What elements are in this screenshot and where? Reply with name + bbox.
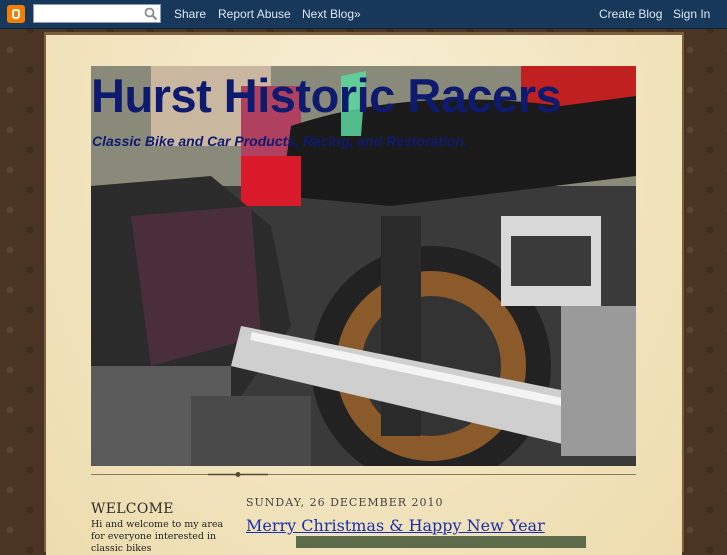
- share-link[interactable]: Share: [174, 7, 206, 21]
- sign-in-link[interactable]: Sign In: [673, 7, 710, 21]
- search-icon[interactable]: [144, 7, 158, 21]
- next-blog-link[interactable]: Next Blog»: [302, 7, 361, 21]
- search-input[interactable]: [34, 5, 148, 22]
- blog-title[interactable]: Hurst Historic Racers: [91, 68, 562, 123]
- header-divider: [91, 474, 636, 475]
- create-blog-link[interactable]: Create Blog: [599, 7, 662, 21]
- search-box: [33, 4, 161, 23]
- blogger-logo-icon[interactable]: [7, 5, 25, 23]
- post-date: SUNDAY, 26 DECEMBER 2010: [246, 496, 444, 509]
- blog-description: Classic Bike and Car Products, Racing, a…: [92, 133, 468, 149]
- report-abuse-link[interactable]: Report Abuse: [218, 7, 291, 21]
- sidebar-welcome-title: WELCOME: [91, 501, 174, 517]
- header-motorcycle-image[interactable]: [91, 66, 636, 466]
- sidebar-welcome-text: Hi and welcome to my area for everyone i…: [91, 519, 224, 554]
- blogger-navbar: Share Report Abuse Next Blog» Create Blo…: [0, 0, 727, 29]
- post-image[interactable]: [296, 536, 586, 548]
- post-title-link[interactable]: Merry Christmas & Happy New Year: [246, 516, 545, 535]
- divider-ornament-icon: [208, 472, 268, 477]
